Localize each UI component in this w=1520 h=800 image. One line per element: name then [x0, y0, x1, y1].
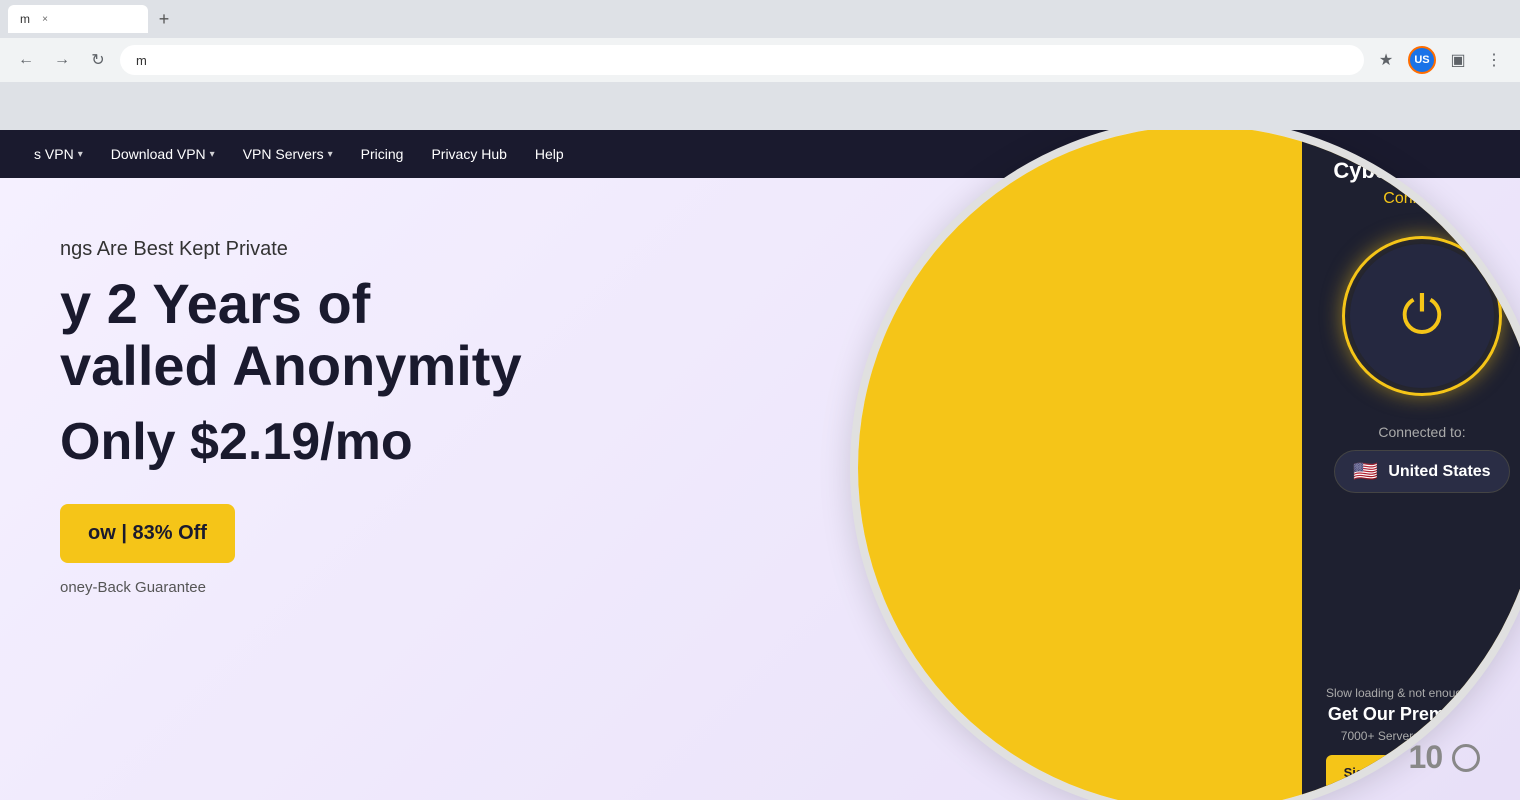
- nav-item-vpn[interactable]: s VPN ▾: [20, 130, 97, 178]
- address-bar[interactable]: m: [120, 45, 1364, 75]
- tab-bar: m × +: [0, 0, 1520, 38]
- power-button-circle[interactable]: ⏻: [1350, 244, 1494, 388]
- bookmark-button[interactable]: ★: [1372, 46, 1400, 74]
- forward-button[interactable]: →: [48, 46, 76, 74]
- hero-section: ngs Are Best Kept Private y 2 Years of v…: [0, 178, 1520, 800]
- power-button-container[interactable]: ⏻: [1342, 236, 1502, 396]
- tab-close-button[interactable]: ×: [38, 12, 52, 26]
- nav-item-privacy-hub[interactable]: Privacy Hub: [417, 130, 520, 178]
- browser-chrome: m × + ← → ↻ m ★ US ▣ ⋮: [0, 0, 1520, 130]
- back-button[interactable]: ←: [12, 46, 40, 74]
- power-icon: ⏻: [1401, 290, 1442, 342]
- watermark: 10: [1409, 739, 1480, 776]
- cta-button[interactable]: ow | 83% Off: [60, 504, 235, 563]
- nav-vpn-chevron: ▾: [78, 149, 83, 160]
- promo-subtitle: Slow loading & not enough servers?: [1326, 686, 1518, 700]
- watermark-icon: 10: [1409, 739, 1480, 775]
- refresh-button[interactable]: ↻: [84, 46, 112, 74]
- menu-button[interactable]: ⋮: [1480, 46, 1508, 74]
- address-bar-row: ← → ↻ m ★ US ▣ ⋮: [0, 38, 1520, 82]
- vpn-app-panel: CyberGhost VPN Connected ⏻ Connected to:…: [1302, 130, 1520, 800]
- tab-title: m: [20, 12, 30, 26]
- promo-title: Get Our Premium App: [1326, 704, 1518, 725]
- hero-title-line1-text: y 2 Years of: [60, 272, 370, 335]
- nav-item-download[interactable]: Download VPN ▾: [97, 130, 229, 178]
- nav-servers-chevron: ▾: [328, 149, 333, 160]
- flag-icon: 🇺🇸: [1353, 459, 1378, 484]
- nav-item-servers[interactable]: VPN Servers ▾: [229, 130, 347, 178]
- location-name: United States: [1388, 463, 1490, 481]
- watermark-circle: [1452, 744, 1480, 772]
- nav-download-label: Download VPN: [111, 146, 206, 162]
- hero-price-text: Only $2.19/mo: [60, 413, 413, 471]
- nav-item-pricing[interactable]: Pricing: [347, 130, 418, 178]
- cta-label: ow | 83% Off: [88, 522, 207, 544]
- nav-privacy-label: Privacy Hub: [431, 146, 506, 162]
- nav-download-chevron: ▾: [210, 149, 215, 160]
- vpn-connected-label: Connected: [1383, 190, 1460, 208]
- zoom-circle-inner: CyberGhost VPN Connected ⏻ Connected to:…: [858, 130, 1520, 800]
- browser-tab[interactable]: m ×: [8, 5, 148, 33]
- nav-help-label: Help: [535, 146, 564, 162]
- profile-badge[interactable]: US: [1408, 46, 1436, 74]
- hero-title-line2-text: valled Anonymity: [60, 334, 522, 397]
- zoom-circle: CyberGhost VPN Connected ⏻ Connected to:…: [850, 130, 1520, 800]
- website-content: s VPN ▾ Download VPN ▾ VPN Servers ▾ Pri…: [0, 130, 1520, 800]
- nav-item-help[interactable]: Help: [521, 130, 578, 178]
- new-tab-button[interactable]: +: [152, 7, 176, 31]
- watermark-text: 10: [1409, 739, 1443, 775]
- vpn-app-title: CyberGhost VPN: [1333, 158, 1510, 184]
- nav-vpn-label: s VPN: [34, 146, 74, 162]
- extensions-button[interactable]: ▣: [1444, 46, 1472, 74]
- connected-to-label: Connected to:: [1378, 424, 1465, 440]
- address-text: m: [136, 53, 147, 68]
- nav-pricing-label: Pricing: [361, 146, 404, 162]
- location-badge[interactable]: 🇺🇸 United States: [1334, 450, 1509, 493]
- nav-servers-label: VPN Servers: [243, 146, 324, 162]
